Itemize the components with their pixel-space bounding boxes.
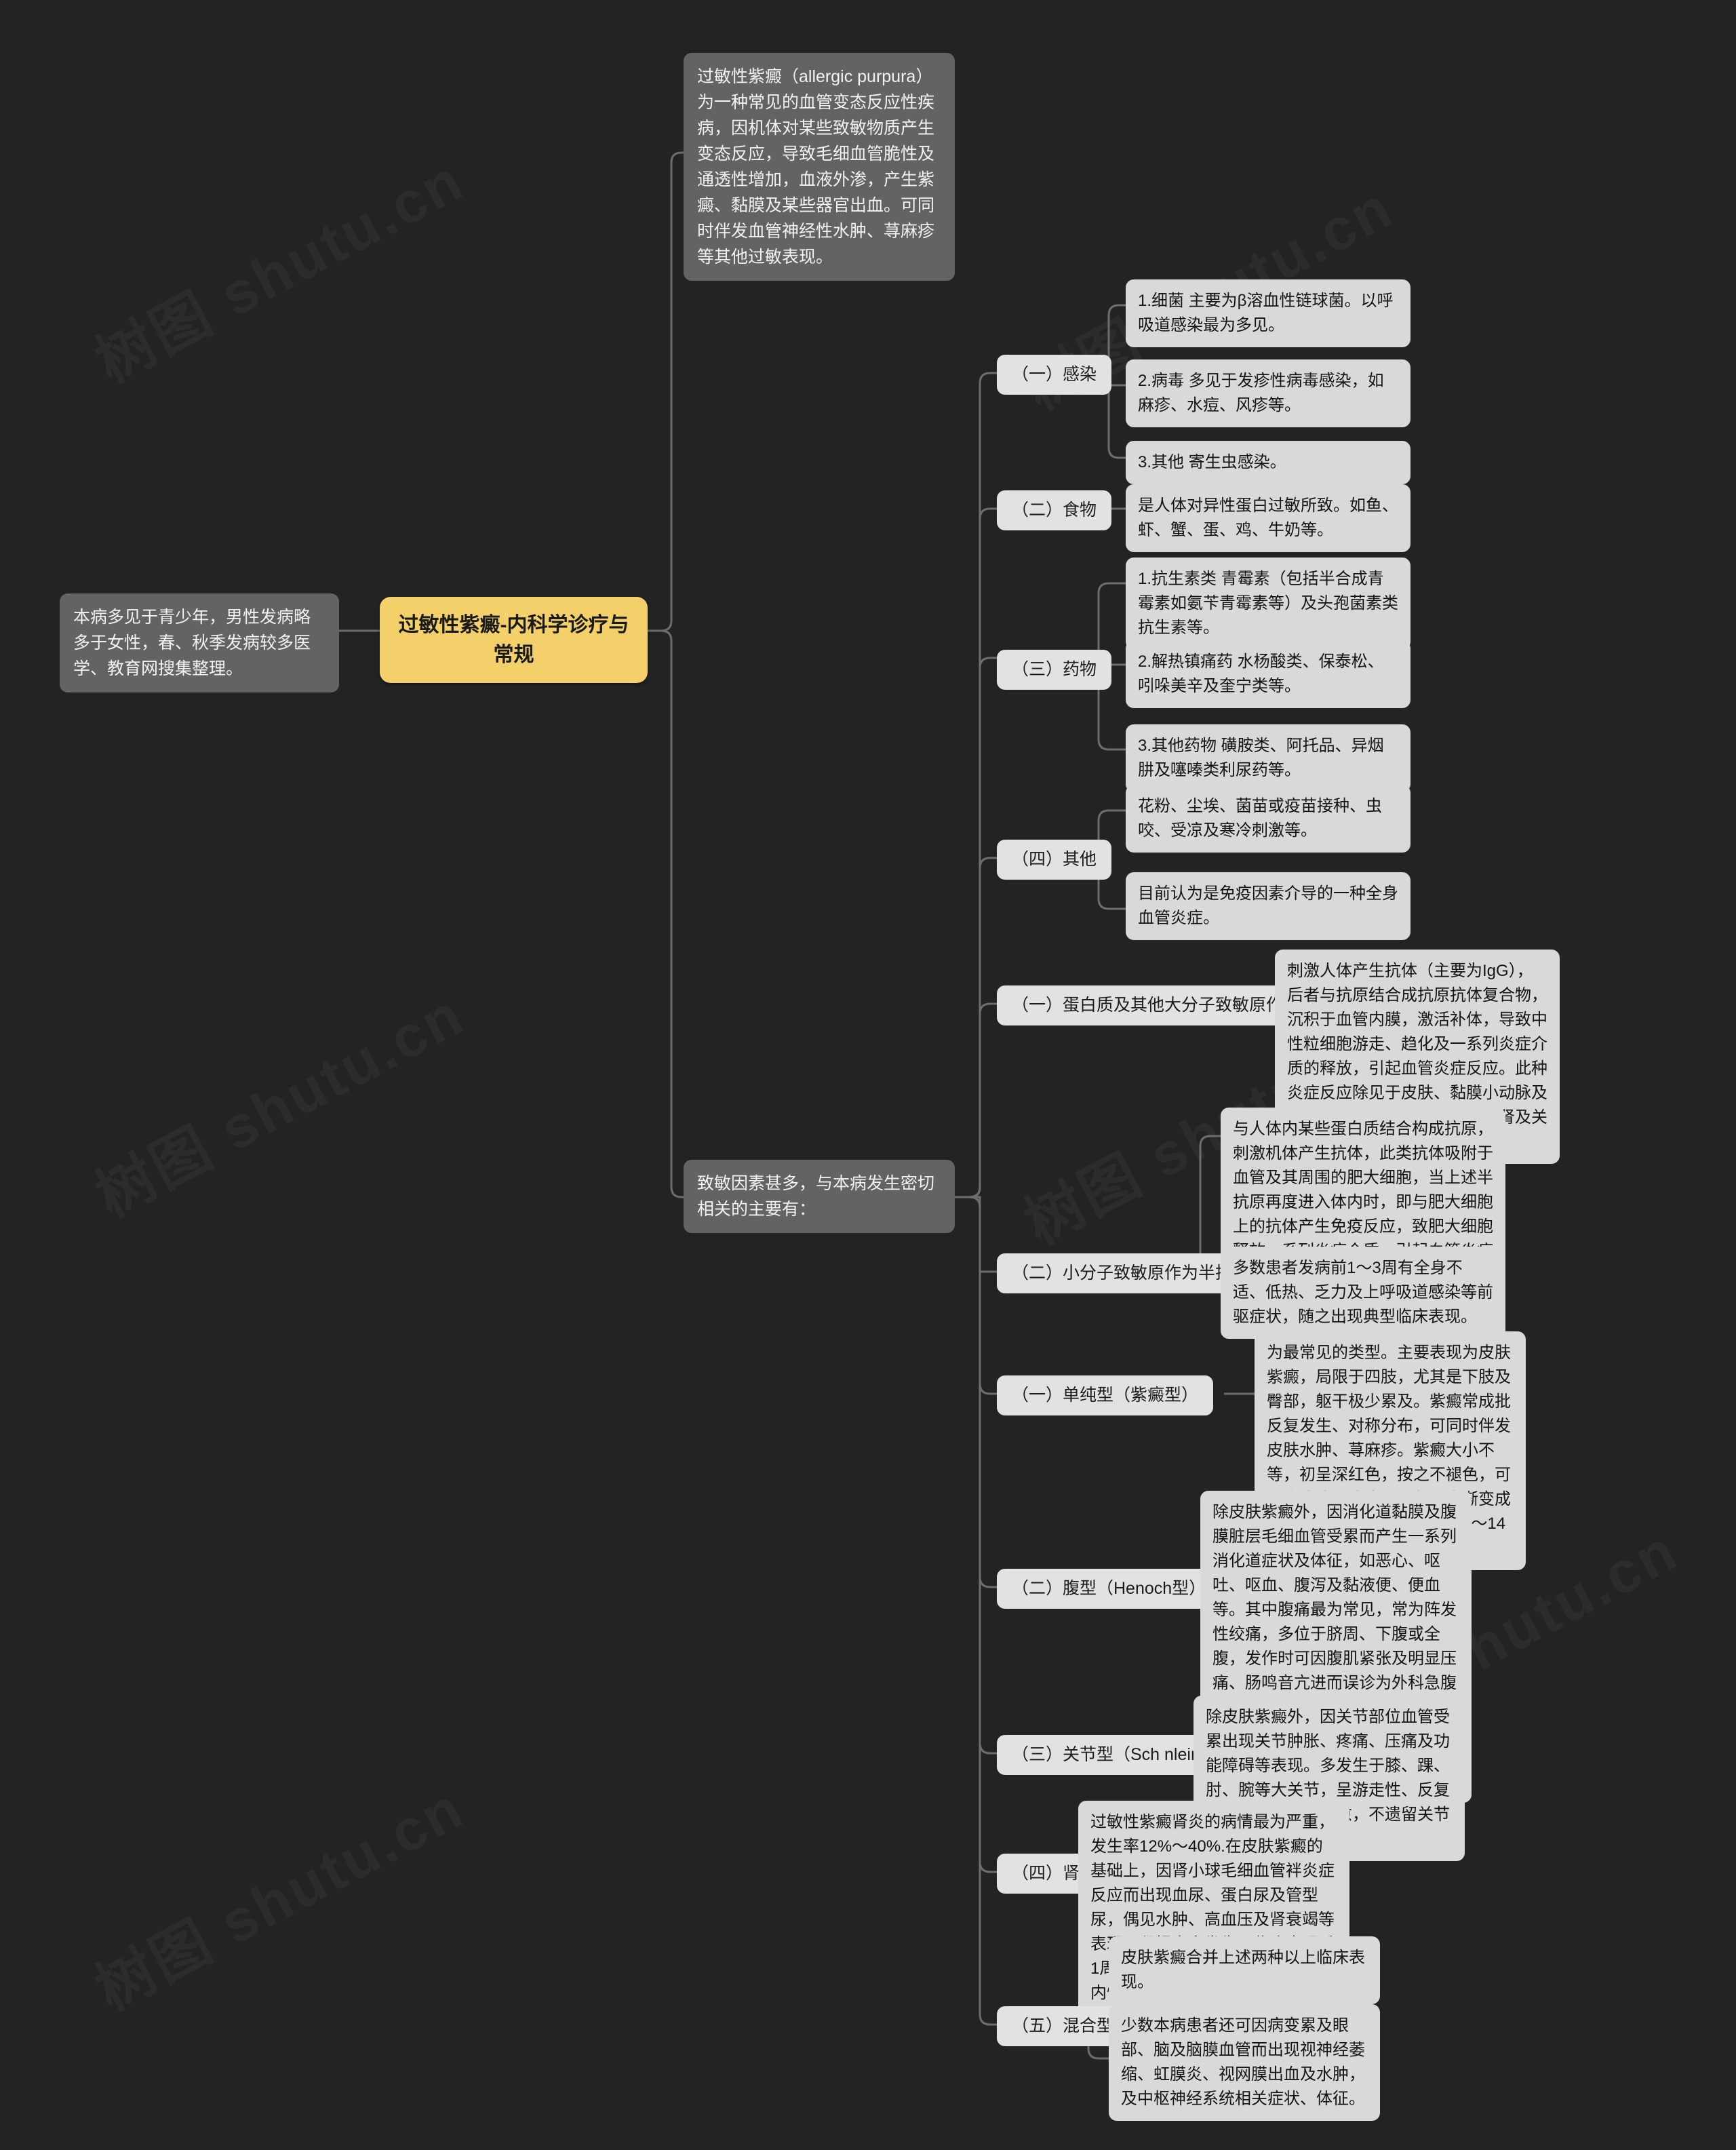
category-abdominal-type[interactable]: （二）腹型（Henoch型） <box>997 1569 1221 1609</box>
watermark: 树图 shutu.cn <box>79 134 477 399</box>
detail-drugs-other[interactable]: 3.其他药物 磺胺类、阿托品、异烟肼及噻嗪类利尿药等。 <box>1126 724 1410 792</box>
category-infection[interactable]: （一）感染 <box>997 355 1112 395</box>
detail-food[interactable]: 是人体对异性蛋白过敏所致。如鱼、虾、蟹、蛋、鸡、牛奶等。 <box>1126 484 1410 552</box>
etiology-group-note[interactable]: 致敏因素甚多，与本病发生密切相关的主要有： <box>684 1160 955 1233</box>
category-food[interactable]: （二）食物 <box>997 490 1112 530</box>
definition-note[interactable]: 过敏性紫癜（allergic purpura）为一种常见的血管变态反应性疾病，因… <box>684 53 955 281</box>
epidemiology-note[interactable]: 本病多见于青少年，男性发病略多于女性，春、秋季发病较多医学、教育网搜集整理。 <box>60 593 339 692</box>
watermark: 树图 shutu.cn <box>79 1761 477 2027</box>
detail-drugs-antibiotics[interactable]: 1.抗生素类 青霉素（包括半合成青霉素如氨苄青霉素等）及头孢菌素类抗生素等。 <box>1126 558 1410 650</box>
category-drugs[interactable]: （三）药物 <box>997 650 1112 690</box>
detail-prodrome[interactable]: 多数患者发病前1～3周有全身不适、低热、乏力及上呼吸道感染等前驱症状，随之出现典… <box>1221 1247 1505 1339</box>
detail-mixed-type[interactable]: 皮肤紫癜合并上述两种以上临床表现。 <box>1109 1936 1380 2004</box>
detail-other-allergens[interactable]: 花粉、尘埃、菌苗或疫苗接种、虫咬、受凉及寒冷刺激等。 <box>1126 785 1410 853</box>
category-other-causes[interactable]: （四）其他 <box>997 840 1112 880</box>
detail-infection-bacteria[interactable]: 1.细菌 主要为β溶血性链球菌。以呼吸道感染最为多见。 <box>1126 279 1410 347</box>
detail-drugs-analgesics[interactable]: 2.解热镇痛药 水杨酸类、保泰松、吲哚美辛及奎宁类等。 <box>1126 640 1410 708</box>
mindmap-canvas: 树图 shutu.cn 树图 shutu.cn 树图 shutu.cn 树图 s… <box>0 0 1736 2150</box>
category-simple-type[interactable]: （一）单纯型（紫癜型） <box>997 1375 1214 1415</box>
detail-other-immune[interactable]: 目前认为是免疫因素介导的一种全身血管炎症。 <box>1126 872 1410 940</box>
detail-infection-virus[interactable]: 2.病毒 多见于发疹性病毒感染，如麻疹、水痘、风疹等。 <box>1126 359 1410 427</box>
detail-infection-other[interactable]: 3.其他 寄生虫感染。 <box>1126 441 1410 484</box>
watermark: 树图 shutu.cn <box>79 968 477 1233</box>
detail-mixed-complications[interactable]: 少数本病患者还可因病变累及眼部、脑及脑膜血管而出现视神经萎缩、虹膜炎、视网膜出血… <box>1109 2004 1380 2121</box>
root-title-node[interactable]: 过敏性紫癜-内科学诊疗与常规 <box>380 597 648 683</box>
